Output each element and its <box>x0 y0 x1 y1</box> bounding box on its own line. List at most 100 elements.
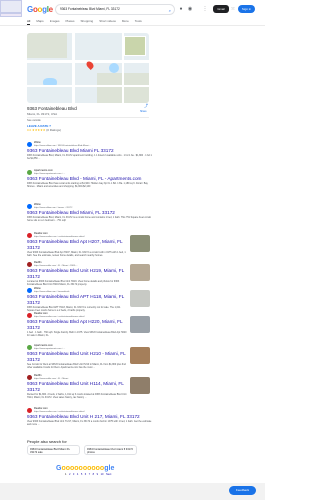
search-result: Realtor.com https://www.realtor.com › rea… <box>27 312 127 337</box>
search-input[interactable]: 9363 Fontainebleau Blvd Miami, FL 33172 … <box>55 4 175 15</box>
result-url[interactable]: https://www.redfin.com › FL › Miami › 93… <box>34 265 78 268</box>
gmail-link[interactable]: Gmail <box>213 5 229 13</box>
result-snippet: 9363 Fontainebleau Blvd APT H118, Miami,… <box>27 305 121 312</box>
result-title[interactable]: 9363 Fontainebleau Blvd - Miami, FL - Ap… <box>27 176 152 182</box>
result-snippet: See Condo for Rent at 9363 Fontainebleau… <box>27 362 126 369</box>
header-divider <box>0 25 265 26</box>
result-url[interactable]: https://www.apartments.com › ... <box>34 348 65 351</box>
page-number[interactable]: 3 <box>73 473 74 476</box>
page-number[interactable]: 9 <box>97 473 98 476</box>
left-tab[interactable] <box>0 0 22 13</box>
place-address: Miami, FL 33172, USA <box>27 112 58 116</box>
google-logo[interactable]: Google <box>27 5 53 14</box>
result-thumbnail[interactable] <box>130 316 150 333</box>
result-url[interactable]: https://www.realtor.com › realestateandh… <box>34 236 84 239</box>
page-number[interactable]: 4 <box>77 473 78 476</box>
search-result: Redfin https://www.redfin.com › FL › Miam… <box>27 374 127 399</box>
result-title[interactable]: 9363 Fontainebleau Blvd Miami FL 33172 <box>27 148 152 154</box>
result-url[interactable]: https://www.realtor.com › realestateandh… <box>34 411 84 414</box>
result-title[interactable]: 9363 Fontainebleau Blvd Apt H220, Miami,… <box>27 319 127 330</box>
pagination-logo: Goooooooooogle <box>56 465 114 472</box>
result-title[interactable]: 9363 Fontainebleau Blvd Unit H 217, Miam… <box>27 414 152 420</box>
site-favicon-icon <box>27 345 32 351</box>
site-favicon-icon <box>27 375 32 381</box>
pagination-numbers: 1 2 3 4 5 6 7 8 9 10 Next <box>65 473 111 476</box>
apps-icon[interactable]: ⋮ <box>202 6 208 12</box>
search-result: Zillow https://www.zillow.com › homes › 3… <box>27 203 152 223</box>
result-url[interactable]: https://www.zillow.com › 9363-Fontainebl… <box>34 145 91 148</box>
mic-icon[interactable]: ● <box>178 6 184 12</box>
share-label[interactable]: Share <box>140 110 147 113</box>
result-thumbnail[interactable] <box>130 347 150 364</box>
search-result: Apartments.com https://www.apartments.com… <box>27 169 152 189</box>
page-number[interactable]: 5 <box>81 473 82 476</box>
page-number[interactable]: 2 <box>69 473 70 476</box>
result-title[interactable]: 9363 Fontainebleau Blvd Apt H207, Miami,… <box>27 239 127 250</box>
result-thumbnail[interactable] <box>130 377 150 394</box>
result-snippet: 9363 Fontainebleau Blvd, Miami, FL 33172… <box>27 216 151 223</box>
result-snippet: 9363 Fontainebleau Blvd, Miami, FL 33172… <box>27 154 152 161</box>
search-icon[interactable]: ⌕ <box>169 6 171 15</box>
result-title[interactable]: 9363 Fontainebleau Blvd Unit H114, Miami… <box>27 381 127 392</box>
place-title: 9363 Fontainebleau Blvd <box>27 106 77 111</box>
result-title[interactable]: 9363 Fontainebleau Blvd Miami, FL 33172 <box>27 210 152 216</box>
page-number[interactable]: 10 <box>101 473 104 476</box>
result-thumbnail[interactable] <box>130 264 150 281</box>
left-tab-2[interactable] <box>0 13 22 17</box>
related-search-chip[interactable]: 9363 Fontainebleau blvd miami fl 33172 p… <box>84 445 137 455</box>
result-url[interactable]: https://www.apartments.com › ... <box>34 173 65 176</box>
site-favicon-icon <box>27 408 32 414</box>
site-favicon-icon <box>27 288 32 294</box>
page-number[interactable]: 8 <box>93 473 94 476</box>
result-url[interactable]: https://www.zillow.com › homedetails <box>34 291 70 294</box>
logo-letter: e <box>48 5 53 14</box>
search-query: 9363 Fontainebleau Blvd Miami, FL 33172 <box>60 7 120 11</box>
rating-value: 0.0 <box>27 128 32 132</box>
result-snippet: 1 bed · 1 bath · 760 sqft. Single Family… <box>27 330 127 337</box>
site-favicon-icon <box>27 233 32 239</box>
rating-note: (0 Ratings) <box>46 128 61 132</box>
site-favicon-icon <box>27 142 32 148</box>
feedback-button[interactable]: Feedback <box>229 486 256 495</box>
street-view-thumbnail[interactable] <box>124 36 146 56</box>
pager-letter: oooooooooo <box>61 465 105 472</box>
search-result: Realtor.com https://www.realtor.com › rea… <box>27 407 152 427</box>
site-favicon-icon <box>27 262 32 268</box>
see-outside[interactable]: See outside <box>27 119 41 122</box>
search-result: Zillow https://www.zillow.com › 9363-Font… <box>27 141 152 161</box>
site-favicon-icon <box>27 313 32 319</box>
rating-stars[interactable]: 0.0 ★★★★★ (0 Ratings) <box>27 128 61 132</box>
result-snippet: View 9363 Fontainebleau Blvd Apt H207, M… <box>27 250 126 257</box>
search-result: Redfin https://www.redfin.com › FL › Miam… <box>27 261 127 286</box>
page-number[interactable]: 6 <box>85 473 86 476</box>
search-result: Apartments.com https://www.apartments.com… <box>27 344 127 369</box>
page-number: 1 <box>65 473 67 476</box>
search-result: Realtor.com https://www.realtor.com › rea… <box>27 232 127 257</box>
result-title[interactable]: 9363 Fontainebleau Blvd Unit H210 - Miam… <box>27 351 127 362</box>
people-also-search-title: People also search for <box>27 439 67 444</box>
result-snippet: View 9363 Fontainebleau Blvd Unit H 217,… <box>27 420 152 427</box>
page-number[interactable]: 7 <box>89 473 90 476</box>
divider <box>27 117 149 118</box>
next-page-link[interactable]: Next <box>106 473 111 476</box>
site-favicon-icon <box>27 204 32 210</box>
sign-in-button[interactable]: Sign in <box>238 5 255 13</box>
site-favicon-icon <box>27 170 32 176</box>
footer <box>0 483 265 500</box>
map-view[interactable] <box>27 33 149 103</box>
result-thumbnail[interactable] <box>130 290 150 307</box>
result-url[interactable]: https://www.redfin.com › FL › Miami <box>34 378 68 381</box>
result-thumbnail[interactable] <box>130 235 150 252</box>
apps-grid-icon[interactable]: ⁙ <box>230 6 236 12</box>
camera-icon[interactable]: ◉ <box>187 6 193 12</box>
result-snippet: Located at 9363 Fontainebleau Blvd Unit … <box>27 279 120 286</box>
result-title[interactable]: 9363 Fontainebleau Blvd APT H118, Miami,… <box>27 294 127 305</box>
result-url[interactable]: https://www.realtor.com › realestateandh… <box>34 316 84 319</box>
result-url[interactable]: https://www.zillow.com › homes › 33172 <box>34 207 72 210</box>
share-icon[interactable]: ⤴ <box>142 103 150 109</box>
result-snippet: Rented for $1,800. 2 beds, 2 baths, 1,01… <box>27 392 127 399</box>
result-title[interactable]: 9363 Fontainebleau Blvd Unit H219, Miami… <box>27 268 127 279</box>
search-result: Zillow https://www.zillow.com › homedetai… <box>27 287 127 312</box>
related-search-chip[interactable]: 9363 Fontainebleau Blvd Miami FL 33172 s… <box>27 445 80 455</box>
result-snippet: 9363 Fontainebleau Blvd has rental units… <box>27 182 148 189</box>
